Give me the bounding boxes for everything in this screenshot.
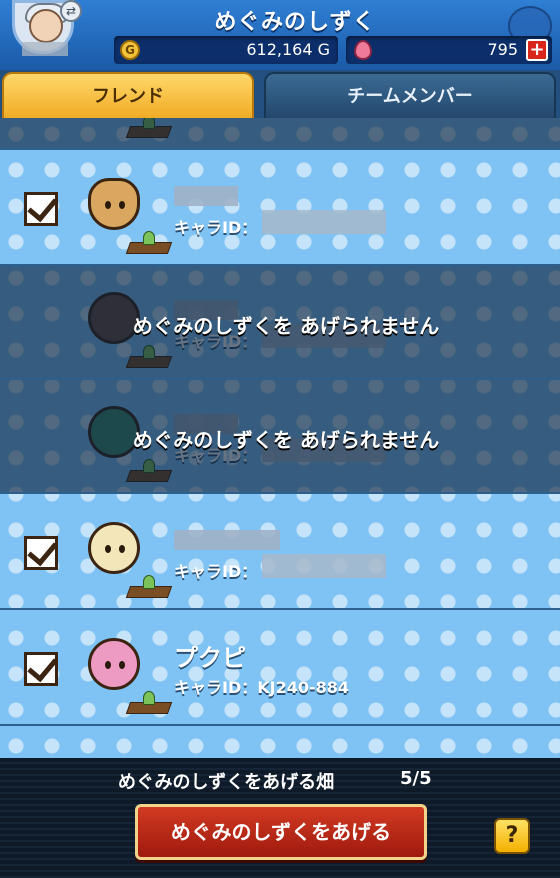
blurred-chara-id	[262, 554, 386, 578]
field-sprout-icon	[125, 118, 173, 138]
friend-avatar	[88, 178, 140, 230]
blurred-name	[174, 186, 238, 206]
add-gems-button[interactable]: +	[526, 39, 548, 61]
gold-amount: 612,164 G	[246, 40, 330, 59]
field-sprout-icon	[125, 230, 173, 254]
quota-label: めぐみのしずくをあげる畑	[118, 772, 335, 793]
chara-id-label: キャラID：	[174, 218, 258, 237]
list-item: キャラID： めぐみのしずくを あげられません	[0, 266, 560, 380]
friend-avatar	[88, 638, 140, 690]
friend-list[interactable]: キャラID： キャラID： めぐみのしずくを あげられません キャラID： めぐ…	[0, 118, 560, 758]
quota-value: 5/5	[400, 768, 432, 789]
select-checkbox[interactable]	[24, 536, 58, 570]
list-item[interactable]: キャラID：	[0, 152, 560, 266]
blurred-chara-id	[262, 210, 386, 234]
field-sprout-icon	[125, 574, 173, 598]
friend-name: プクピ	[174, 644, 246, 672]
tab-bar: フレンド チームメンバー	[0, 70, 560, 118]
header: ⇄ めぐみのしずく G 612,164 G 795 +	[0, 0, 560, 70]
field-sprout-icon	[125, 458, 173, 482]
friend-avatar	[88, 522, 140, 574]
chara-id-label: キャラID：	[174, 562, 258, 581]
list-item: キャラID： めぐみのしずくを あげられません	[0, 380, 560, 494]
page-title: めぐみのしずく	[214, 10, 376, 35]
gem-display: 795 +	[346, 36, 552, 64]
list-item	[0, 118, 560, 150]
gold-display: G 612,164 G	[114, 36, 338, 64]
help-button[interactable]: ?	[494, 818, 530, 854]
cannot-give-message: めぐみのしずくを あげられません	[132, 428, 440, 452]
list-item[interactable]: キャラID：	[0, 496, 560, 610]
tab-friend[interactable]: フレンド	[2, 72, 254, 118]
select-checkbox[interactable]	[24, 192, 58, 226]
footer-bar: めぐみのしずくをあげる畑 5/5 めぐみのしずくをあげる ?	[0, 758, 560, 878]
give-drops-button[interactable]: めぐみのしずくをあげる	[135, 804, 427, 860]
select-checkbox[interactable]	[24, 652, 58, 686]
swap-icon[interactable]: ⇄	[60, 0, 82, 22]
list-item[interactable]: プクピ キャラID：KJ240-884	[0, 612, 560, 726]
blurred-player-name	[22, 42, 68, 56]
field-sprout-icon	[125, 690, 173, 714]
avatar-face	[29, 9, 63, 43]
gold-coin-icon: G	[120, 40, 140, 60]
tab-team-member[interactable]: チームメンバー	[264, 72, 556, 118]
chara-id-label: キャラID：KJ240-884	[174, 678, 350, 697]
player-name	[6, 40, 68, 58]
blurred-name	[174, 530, 280, 550]
field-sprout-icon	[125, 344, 173, 368]
gem-amount: 795	[487, 40, 518, 59]
cannot-give-message: めぐみのしずくを あげられません	[132, 314, 440, 338]
gem-icon	[354, 40, 372, 60]
